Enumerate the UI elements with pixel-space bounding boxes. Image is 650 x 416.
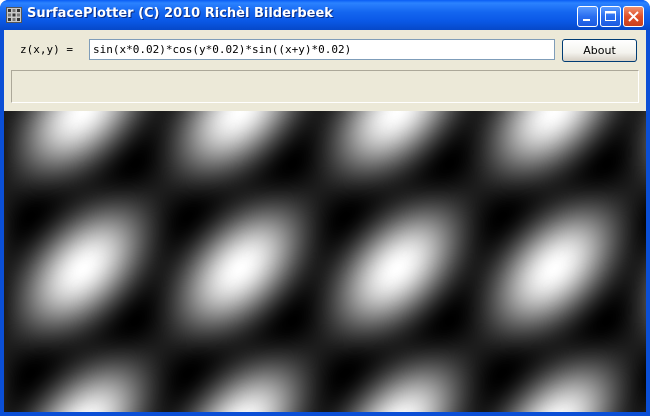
title-bar[interactable]: SurfacePlotter (C) 2010 Richèl Bilderbee… — [0, 0, 650, 30]
close-icon — [628, 11, 639, 22]
about-button[interactable]: About — [562, 39, 637, 62]
window-title: SurfacePlotter (C) 2010 Richèl Bilderbee… — [27, 6, 333, 21]
app-grid-icon[interactable] — [6, 7, 22, 23]
status-panel — [11, 70, 639, 103]
client-area: z(x,y) = sin(x*0.02)*cos(y*0.02)*sin((x+… — [4, 30, 646, 412]
z-label: z(x,y) = — [20, 43, 73, 56]
maximize-icon — [605, 11, 616, 21]
maximize-button[interactable] — [600, 6, 621, 27]
formula-input[interactable]: sin(x*0.02)*cos(y*0.02)*sin((x+y)*0.02) — [89, 39, 555, 60]
surface-plot[interactable] — [4, 111, 646, 412]
app-window: SurfacePlotter (C) 2010 Richèl Bilderbee… — [0, 0, 650, 416]
surface-plot-canvas[interactable] — [4, 111, 646, 412]
close-button[interactable] — [623, 6, 644, 27]
minimize-icon — [583, 19, 590, 21]
minimize-button[interactable] — [577, 6, 598, 27]
